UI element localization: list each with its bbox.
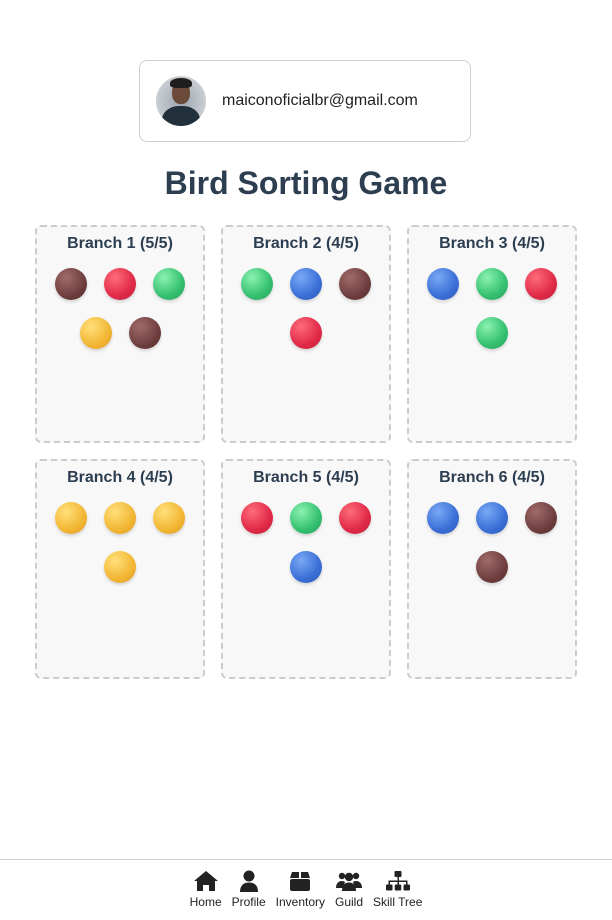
red-bird[interactable] (290, 317, 322, 349)
blue-bird[interactable] (476, 502, 508, 534)
yellow-bird[interactable] (104, 502, 136, 534)
blue-bird[interactable] (427, 268, 459, 300)
bird-list (409, 487, 575, 583)
bird-list (37, 253, 203, 349)
brown-bird[interactable] (128, 317, 161, 349)
branch-3[interactable]: Branch 3 (4/5) (407, 225, 577, 443)
branch-6[interactable]: Branch 6 (4/5) (407, 459, 577, 679)
blue-bird[interactable] (427, 502, 459, 534)
branch-2[interactable]: Branch 2 (4/5) (221, 225, 391, 443)
nav-label: Home (189, 895, 222, 909)
nav-label: Guild (335, 895, 364, 909)
branch-1[interactable]: Branch 1 (5/5) (35, 225, 205, 443)
branch-title: Branch 2 (4/5) (253, 235, 359, 252)
nav-inventory[interactable]: Inventory (276, 860, 325, 909)
red-bird[interactable] (241, 502, 273, 534)
branch-grid: Branch 1 (5/5) Branch 2 (4/5) Branch 3 (… (35, 225, 577, 679)
yellow-bird[interactable] (55, 502, 87, 534)
brown-bird[interactable] (476, 551, 508, 583)
avatar (156, 76, 206, 126)
home-icon (193, 871, 218, 891)
red-bird[interactable] (104, 268, 136, 300)
brown-bird[interactable] (339, 268, 371, 300)
red-bird[interactable] (525, 268, 557, 300)
red-bird[interactable] (339, 502, 371, 534)
blue-bird[interactable] (290, 268, 322, 300)
brown-bird[interactable] (525, 502, 557, 534)
branch-title: Branch 3 (4/5) (439, 235, 545, 252)
person-icon (239, 870, 258, 892)
sitemap-icon (385, 871, 410, 891)
nav-label: Profile (231, 895, 266, 909)
branch-4[interactable]: Branch 4 (4/5) (35, 459, 205, 679)
nav-home[interactable]: Home (190, 860, 222, 909)
bottom-nav: Home Profile Inventory Guild Skill Tree (0, 859, 612, 920)
yellow-bird[interactable] (153, 502, 185, 534)
branch-title: Branch 1 (5/5) (67, 235, 173, 252)
bird-list (37, 487, 203, 583)
green-bird[interactable] (241, 268, 273, 300)
yellow-bird[interactable] (104, 551, 136, 583)
page-title: Bird Sorting Game (164, 165, 448, 201)
bird-list (223, 253, 389, 349)
green-bird[interactable] (476, 268, 508, 300)
green-bird[interactable] (290, 502, 322, 534)
nav-guild[interactable]: Guild (335, 860, 363, 909)
blue-bird[interactable] (290, 551, 322, 583)
user-email: maiconoficialbr@gmail.com (222, 92, 418, 109)
nav-skill-tree[interactable]: Skill Tree (373, 860, 422, 909)
box-icon (290, 872, 311, 891)
yellow-bird[interactable] (79, 317, 112, 349)
user-card: maiconoficialbr@gmail.com (139, 60, 471, 142)
branch-title: Branch 5 (4/5) (253, 469, 359, 486)
brown-bird[interactable] (55, 268, 87, 300)
branch-title: Branch 4 (4/5) (67, 469, 173, 486)
branch-title: Branch 6 (4/5) (439, 469, 545, 486)
green-bird[interactable] (476, 317, 508, 349)
branch-5[interactable]: Branch 5 (4/5) (221, 459, 391, 679)
nav-profile[interactable]: Profile (232, 860, 266, 909)
green-bird[interactable] (153, 268, 185, 300)
users-icon (336, 872, 362, 891)
bird-list (409, 253, 575, 349)
bird-list (223, 487, 389, 583)
nav-label: Skill Tree (373, 895, 423, 909)
nav-label: Inventory (275, 895, 325, 909)
